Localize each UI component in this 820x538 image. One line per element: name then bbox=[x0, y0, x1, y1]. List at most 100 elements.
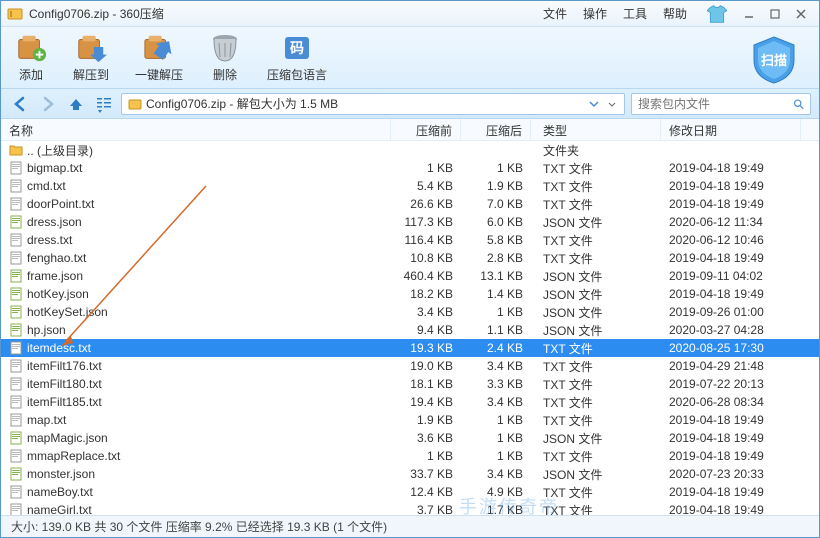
menu-operation[interactable]: 操作 bbox=[583, 5, 607, 22]
file-row[interactable]: .. (上级目录)文件夹 bbox=[1, 141, 819, 159]
file-pre-cell: 19.4 KB bbox=[391, 395, 461, 409]
one-click-label: 一键解压 bbox=[135, 66, 183, 83]
file-row[interactable]: cmd.txt5.4 KB1.9 KBTXT 文件2019-04-18 19:4… bbox=[1, 177, 819, 195]
file-post-cell: 13.1 KB bbox=[461, 269, 531, 283]
file-pre-cell: 117.3 KB bbox=[391, 215, 461, 229]
col-post[interactable]: 压缩后 bbox=[461, 119, 531, 140]
col-name[interactable]: 名称 bbox=[1, 119, 391, 140]
file-pre-cell: 19.3 KB bbox=[391, 341, 461, 355]
file-pre-cell: 18.1 KB bbox=[391, 377, 461, 391]
scan-button[interactable]: 扫描 bbox=[749, 35, 799, 85]
title-bar: Config0706.zip - 360压缩 文件 操作 工具 帮助 bbox=[1, 1, 819, 27]
file-row[interactable]: itemFilt185.txt19.4 KB3.4 KBTXT 文件2020-0… bbox=[1, 393, 819, 411]
file-row[interactable]: nameGirl.txt3.7 KB1.7 KBTXT 文件2019-04-18… bbox=[1, 501, 819, 516]
language-icon: 码 bbox=[281, 32, 313, 64]
menu-file[interactable]: 文件 bbox=[543, 5, 567, 22]
file-row[interactable]: mmapReplace.txt1 KB1 KBTXT 文件2019-04-18 … bbox=[1, 447, 819, 465]
navigation-bar: Config0706.zip - 解包大小为 1.5 MB bbox=[1, 89, 819, 119]
file-name-cell: mmapReplace.txt bbox=[1, 449, 391, 463]
file-row[interactable]: monster.json33.7 KB3.4 KBJSON 文件2020-07-… bbox=[1, 465, 819, 483]
file-row[interactable]: fenghao.txt10.8 KB2.8 KBTXT 文件2019-04-18… bbox=[1, 249, 819, 267]
file-name-cell: hotKey.json bbox=[1, 287, 391, 301]
file-date-cell: 2020-07-23 20:33 bbox=[661, 467, 801, 481]
view-options-button[interactable] bbox=[93, 93, 115, 115]
path-bar[interactable]: Config0706.zip - 解包大小为 1.5 MB bbox=[121, 93, 625, 115]
language-button[interactable]: 码 压缩包语言 bbox=[267, 32, 327, 83]
file-type-cell: TXT 文件 bbox=[531, 178, 661, 195]
file-date-cell: 2019-04-18 19:49 bbox=[661, 197, 801, 211]
file-type-cell: TXT 文件 bbox=[531, 196, 661, 213]
file-row[interactable]: hotKey.json18.2 KB1.4 KBJSON 文件2019-04-1… bbox=[1, 285, 819, 303]
file-pre-cell: 33.7 KB bbox=[391, 467, 461, 481]
file-date-cell: 2019-04-29 21:48 bbox=[661, 359, 801, 373]
file-post-cell: 6.0 KB bbox=[461, 215, 531, 229]
nav-up-button[interactable] bbox=[65, 93, 87, 115]
file-date-cell: 2019-04-18 19:49 bbox=[661, 485, 801, 499]
file-name-cell: bigmap.txt bbox=[1, 161, 391, 175]
file-post-cell: 1.1 KB bbox=[461, 323, 531, 337]
file-post-cell: 3.3 KB bbox=[461, 377, 531, 391]
file-row[interactable]: map.txt1.9 KB1 KBTXT 文件2019-04-18 19:49 bbox=[1, 411, 819, 429]
file-row[interactable]: nameBoy.txt12.4 KB4.9 KBTXT 文件2019-04-18… bbox=[1, 483, 819, 501]
file-name-cell: itemFilt180.txt bbox=[1, 377, 391, 391]
file-row[interactable]: hotKeySet.json3.4 KB1 KBJSON 文件2019-09-2… bbox=[1, 303, 819, 321]
file-name-cell: nameBoy.txt bbox=[1, 485, 391, 499]
extract-icon bbox=[75, 32, 107, 64]
file-row[interactable]: dress.json117.3 KB6.0 KBJSON 文件2020-06-1… bbox=[1, 213, 819, 231]
file-row[interactable]: hp.json9.4 KB1.1 KBJSON 文件2020-03-27 04:… bbox=[1, 321, 819, 339]
nav-forward-button[interactable] bbox=[37, 93, 59, 115]
minimize-button[interactable] bbox=[737, 5, 761, 23]
file-row[interactable]: dress.txt116.4 KB5.8 KBTXT 文件2020-06-12 … bbox=[1, 231, 819, 249]
file-row[interactable]: mapMagic.json3.6 KB1 KBJSON 文件2019-04-18… bbox=[1, 429, 819, 447]
delete-button[interactable]: 删除 bbox=[209, 32, 241, 83]
chevron-down-icon[interactable] bbox=[588, 98, 600, 110]
file-type-cell: TXT 文件 bbox=[531, 376, 661, 393]
file-row[interactable]: itemFilt180.txt18.1 KB3.3 KBTXT 文件2019-0… bbox=[1, 375, 819, 393]
file-pre-cell: 9.4 KB bbox=[391, 323, 461, 337]
svg-text:扫描: 扫描 bbox=[761, 53, 787, 68]
file-name-cell: mapMagic.json bbox=[1, 431, 391, 445]
file-date-cell: 2020-06-28 08:34 bbox=[661, 395, 801, 409]
col-pre[interactable]: 压缩前 bbox=[391, 119, 461, 140]
status-text: 大小: 139.0 KB 共 30 个文件 压缩率 9.2% 已经选择 19.3… bbox=[11, 518, 387, 535]
theme-icon[interactable] bbox=[707, 5, 727, 23]
maximize-button[interactable] bbox=[763, 5, 787, 23]
file-row[interactable]: frame.json460.4 KB13.1 KBJSON 文件2019-09-… bbox=[1, 267, 819, 285]
file-name-cell: itemFilt176.txt bbox=[1, 359, 391, 373]
nav-back-button[interactable] bbox=[9, 93, 31, 115]
menu-tools[interactable]: 工具 bbox=[623, 5, 647, 22]
file-date-cell: 2019-04-18 19:49 bbox=[661, 287, 801, 301]
add-button[interactable]: 添加 bbox=[15, 32, 47, 83]
file-row[interactable]: itemFilt176.txt19.0 KB3.4 KBTXT 文件2019-0… bbox=[1, 357, 819, 375]
extract-button[interactable]: 解压到 bbox=[73, 32, 109, 83]
close-button[interactable] bbox=[789, 5, 813, 23]
file-post-cell: 2.4 KB bbox=[461, 341, 531, 355]
file-date-cell: 2019-07-22 20:13 bbox=[661, 377, 801, 391]
file-post-cell: 1 KB bbox=[461, 431, 531, 445]
file-post-cell: 1.4 KB bbox=[461, 287, 531, 301]
file-date-cell: 2019-04-18 19:49 bbox=[661, 161, 801, 175]
col-type[interactable]: 类型 bbox=[531, 119, 661, 140]
file-name-cell: dress.txt bbox=[1, 233, 391, 247]
menu-help[interactable]: 帮助 bbox=[663, 5, 687, 22]
window-controls bbox=[737, 5, 813, 23]
file-post-cell: 3.4 KB bbox=[461, 359, 531, 373]
svg-text:码: 码 bbox=[290, 40, 304, 56]
file-post-cell: 1.9 KB bbox=[461, 179, 531, 193]
file-pre-cell: 1.9 KB bbox=[391, 413, 461, 427]
file-list[interactable]: .. (上级目录)文件夹bigmap.txt1 KB1 KBTXT 文件2019… bbox=[1, 141, 819, 516]
search-box[interactable] bbox=[631, 93, 811, 115]
file-post-cell: 1 KB bbox=[461, 161, 531, 175]
path-dropdown-icon[interactable] bbox=[606, 98, 618, 110]
file-row[interactable]: itemdesc.txt19.3 KB2.4 KBTXT 文件2020-08-2… bbox=[1, 339, 819, 357]
file-type-cell: TXT 文件 bbox=[531, 250, 661, 267]
file-row[interactable]: doorPoint.txt26.6 KB7.0 KBTXT 文件2019-04-… bbox=[1, 195, 819, 213]
search-icon[interactable] bbox=[793, 97, 804, 111]
col-date[interactable]: 修改日期 bbox=[661, 119, 801, 140]
one-click-extract-button[interactable]: 一键解压 bbox=[135, 32, 183, 83]
file-row[interactable]: bigmap.txt1 KB1 KBTXT 文件2019-04-18 19:49 bbox=[1, 159, 819, 177]
file-post-cell: 4.9 KB bbox=[461, 485, 531, 499]
path-text: Config0706.zip - 解包大小为 1.5 MB bbox=[146, 95, 338, 112]
search-input[interactable] bbox=[638, 97, 793, 111]
file-date-cell: 2019-09-26 01:00 bbox=[661, 305, 801, 319]
